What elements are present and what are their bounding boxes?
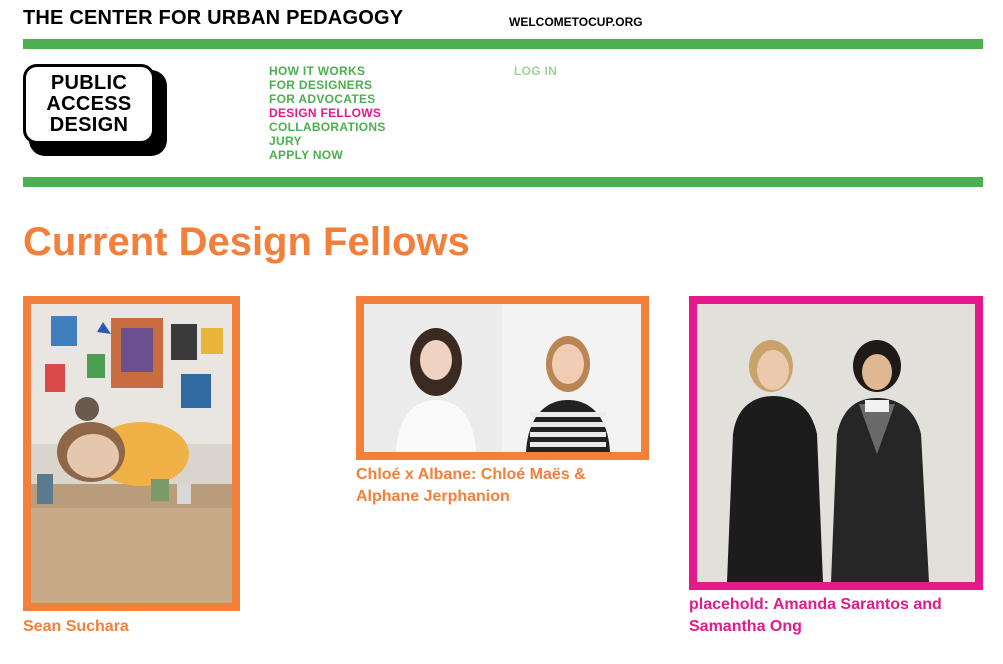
- public-access-design-logo[interactable]: PUBLIC ACCESS DESIGN: [23, 64, 169, 158]
- top-divider: [23, 39, 983, 49]
- fellow-photo-frame: [23, 296, 240, 611]
- fellow-caption: placehold: Amanda Sarantos and Samantha …: [689, 596, 942, 635]
- nav-item: HOW IT WORKS: [269, 64, 386, 78]
- nav-link-design-fellows[interactable]: DESIGN FELLOWS: [269, 106, 381, 120]
- fellow-photo-frame: [356, 296, 649, 460]
- nav-link-for-advocates[interactable]: FOR ADVOCATES: [269, 92, 376, 106]
- fellow-caption: Sean Suchara: [23, 618, 129, 635]
- fellow-card-placehold[interactable]: placehold: Amanda Sarantos and Samantha …: [689, 296, 983, 641]
- nav-link-apply-now[interactable]: APPLY NOW: [269, 148, 343, 162]
- fellow-caption: Chloé x Albane: Chloé Maës & Alphane Jer…: [356, 466, 586, 505]
- logo-line-3: DESIGN: [49, 113, 129, 136]
- nav-link-collaborations[interactable]: COLLABORATIONS: [269, 120, 386, 134]
- logo-line-1: PUBLIC: [50, 71, 128, 94]
- nav-item: COLLABORATIONS: [269, 120, 386, 134]
- fellow-photo: [364, 304, 641, 452]
- org-website-link[interactable]: WELCOMETOCUP.ORG: [509, 14, 643, 30]
- fellow-photo-frame: [689, 296, 983, 590]
- nav-item: DESIGN FELLOWS: [269, 106, 386, 120]
- logo-line-2: ACCESS: [46, 92, 132, 115]
- nav-item: FOR DESIGNERS: [269, 78, 386, 92]
- fellow-card-chloe-x-albane[interactable]: Chloé x Albane: Chloé Maës & Alphane Jer…: [356, 296, 649, 510]
- fellow-photo: [697, 304, 975, 582]
- org-title: THE CENTER FOR URBAN PEDAGOGY: [23, 7, 404, 29]
- page: THE CENTER FOR URBAN PEDAGOGY WELCOMETOC…: [0, 0, 1003, 664]
- nav-link-how-it-works[interactable]: HOW IT WORKS: [269, 64, 365, 78]
- nav-link-for-designers[interactable]: FOR DESIGNERS: [269, 78, 372, 92]
- login-link[interactable]: LOG IN: [514, 64, 557, 78]
- nav-item: JURY: [269, 134, 386, 148]
- fellow-photo: [31, 304, 232, 603]
- logo-box: PUBLIC ACCESS DESIGN: [23, 64, 155, 144]
- fellow-card-sean-suchara[interactable]: Sean Suchara: [23, 296, 240, 641]
- nav-item: APPLY NOW: [269, 148, 386, 162]
- bottom-divider: [23, 177, 983, 187]
- nav-link-jury[interactable]: JURY: [269, 134, 302, 148]
- page-title: Current Design Fellows: [23, 220, 470, 264]
- main-nav: HOW IT WORKS FOR DESIGNERS FOR ADVOCATES…: [269, 64, 386, 162]
- nav-item: FOR ADVOCATES: [269, 92, 386, 106]
